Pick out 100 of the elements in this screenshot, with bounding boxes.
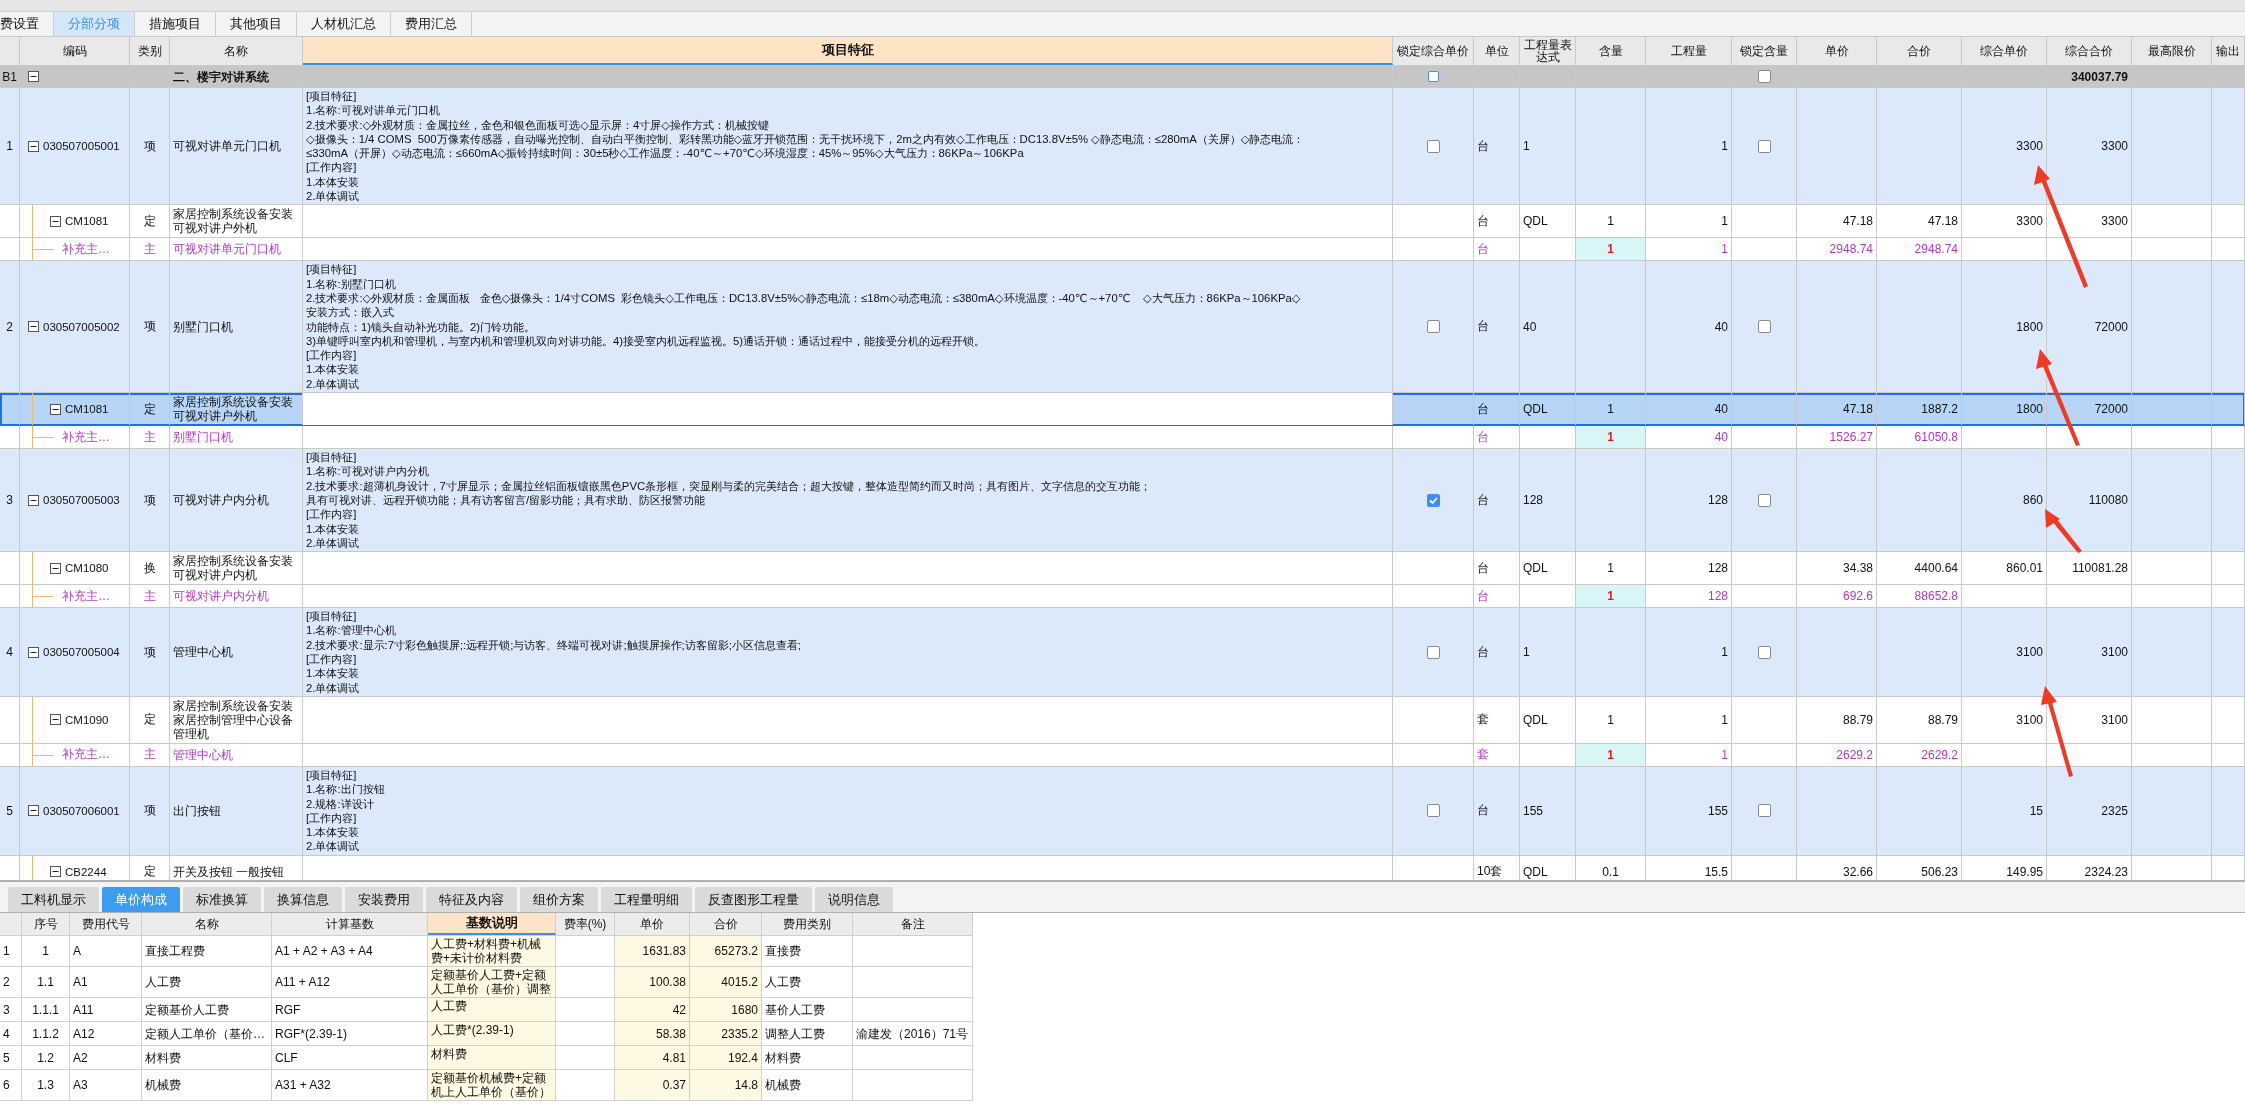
table-cell: QDL: [1520, 205, 1576, 238]
collapse-icon[interactable]: [28, 646, 39, 658]
table-cell: 人工费: [428, 998, 556, 1021]
feature-text: 2.单体调试: [306, 189, 360, 204]
table-cell: 主: [130, 585, 170, 608]
collapse-icon[interactable]: [50, 714, 61, 726]
table-cell: 155: [1646, 766, 1732, 855]
table-row[interactable]: 补充主… 主 别墅门口机 台 1 40 1526.27 61050.8: [0, 426, 2245, 450]
tab[interactable]: 换算信息: [264, 887, 342, 912]
table-cell: 台: [1474, 88, 1520, 205]
checkbox[interactable]: [1757, 70, 1771, 83]
table-cell: 项: [130, 766, 170, 855]
table-cell: 1631.83: [615, 936, 690, 966]
tab[interactable]: 费用汇总: [391, 12, 472, 36]
table-cell: 渝建发（2016）71号: [853, 1022, 973, 1045]
tab[interactable]: 工料机显示: [8, 887, 99, 912]
feature-text: [项目特征]: [306, 262, 357, 277]
table-row[interactable]: 补充主… 主 可视对讲单元门口机 台 1 1 2948.74 2948.74: [0, 238, 2245, 262]
table-cell: 项: [130, 88, 170, 205]
table-row[interactable]: [0, 261, 2245, 394]
collapse-icon[interactable]: [28, 71, 39, 82]
checkbox[interactable]: [1757, 493, 1771, 507]
table-row[interactable]: CM1081 定 家居控制系统设备安装可视对讲户外机 台 QDL 1 1 47.18 47.18 3300 3300: [0, 205, 2245, 239]
collapse-icon[interactable]: [50, 403, 61, 415]
checkbox[interactable]: [1426, 804, 1440, 818]
column-header: 综合单价: [1962, 37, 2047, 65]
table-row[interactable]: 5 030507006001 项 出门按钮 [项目特征] 1.名称:出门按钮 2.规格:详设计 [工作内容] 1.本体安装 2.单体调试 台 155 155 15 2325: [0, 766, 2245, 856]
feature-text: 1.本体安装: [306, 825, 360, 840]
tab[interactable]: 组价方案: [520, 887, 598, 912]
table-cell: QDL: [1520, 696, 1576, 743]
table-cell: 4.81: [615, 1046, 690, 1069]
table-row[interactable]: CM1080 换 家居控制系统设备安装可视对讲户内机 台 QDL 1 128 34.38 4400.64 860.01 110081.28: [0, 552, 2245, 586]
tab[interactable]: 说明信息: [815, 887, 893, 912]
feature-text: 具有可视对讲、远程开锁功能；具有访客留言/留影功能；具有求助、防区报警功能: [306, 492, 706, 508]
table-cell: 调整人工费: [762, 1022, 853, 1045]
feature-text: 3)单键呼叫室内机和管理机，与室内机和管理机双向对讲功能。4)接受室内机远程监视。5)通话开锁：通话过程中，能接受分机的远程开锁。: [306, 333, 986, 349]
tab[interactable]: 反查图形工程量: [695, 887, 812, 912]
tab[interactable]: 工程量明细: [601, 887, 692, 912]
checkbox[interactable]: [1757, 320, 1771, 334]
collapse-icon[interactable]: [28, 321, 39, 333]
table-cell: 材料费: [428, 1046, 556, 1069]
checkbox[interactable]: [1427, 71, 1439, 82]
collapse-icon[interactable]: [50, 866, 61, 878]
table-cell: 主: [130, 426, 170, 449]
feature-text: 安装方式：嵌入式: [306, 305, 394, 320]
feature-text: 1.名称:出门按钮: [306, 782, 385, 797]
table-cell: 管理中心机: [170, 608, 303, 696]
table-cell: A11: [70, 998, 142, 1021]
feature-text: 1.名称:可视对讲单元门口机: [306, 103, 440, 118]
table-cell: 34.38: [1797, 552, 1877, 585]
table-cell: 58.38: [615, 1022, 690, 1045]
table-cell: 人工费: [762, 967, 853, 997]
collapse-icon[interactable]: [28, 805, 39, 817]
item-code: CB2244: [65, 865, 107, 878]
table-row[interactable]: B1 二、楼宇对讲系统 340037.79: [0, 66, 2245, 88]
table-cell: 定: [130, 393, 170, 426]
tab[interactable]: 安装费用: [345, 887, 423, 912]
tab[interactable]: 人材机汇总: [297, 12, 391, 36]
collapse-icon[interactable]: [28, 140, 39, 152]
checkbox[interactable]: [1757, 804, 1771, 818]
table-cell: 42: [615, 998, 690, 1021]
table-cell: 1: [1646, 238, 1732, 261]
table-cell: 2948.74: [1797, 238, 1877, 261]
table-cell: 40: [1520, 261, 1576, 393]
table-row[interactable]: CM1081 定 家居控制系统设备安装可视对讲户外机 台 QDL 1 40 47.18 1887.2 1800 72000: [0, 393, 2245, 427]
checkbox[interactable]: [1757, 139, 1771, 153]
checkbox[interactable]: [1757, 645, 1771, 659]
table-row[interactable]: CM1090 定 家居控制系统设备安装家居控制管理中心设备管理机 套 QDL 1 1 88.79 88.79 3100 3100: [0, 696, 2245, 744]
feature-text: 2.技术要求:◇外观材质：金属拉丝，金色和银色面板可选◇显示屏：4寸屏◇操作方式：机械按键: [306, 117, 769, 132]
table-cell: 定额人工单价（基价…: [142, 1022, 272, 1045]
table-row[interactable]: [0, 88, 2245, 206]
collapse-icon[interactable]: [28, 494, 39, 506]
table-cell: 61050.8: [1877, 426, 1962, 449]
table-row[interactable]: 补充主… 主 管理中心机 套 1 1 2629.2 2629.2: [0, 743, 2245, 767]
table-cell: 47.18: [1877, 205, 1962, 238]
checkbox[interactable]: [1426, 645, 1440, 659]
table-cell: 定额基价人工费: [142, 998, 272, 1021]
table-cell: 1: [1576, 205, 1646, 238]
table-row[interactable]: 补充主… 主 可视对讲户内分机 台 1 128 692.6 88652.8: [0, 585, 2245, 609]
tab[interactable]: 标准换算: [183, 887, 261, 912]
table-cell: 人工费*(2.39-1): [428, 1022, 556, 1045]
table-row[interactable]: 4 030507005004 项 管理中心机 [项目特征] 1.名称:管理中心机 2.技术要求:显示:7寸彩色触摸屏;:远程开锁;与访客、终端可视对讲;触摸屏操作;访客留影;小区信息查看; [工作内容] 1.本体安装 2.单体调试 台 1 1 3100 3100: [0, 608, 2245, 697]
table-cell: 128: [1646, 585, 1732, 608]
annotation-arrow: [2045, 509, 2082, 553]
table-cell: 家居控制系统设备安装家居控制管理中心设备管理机: [170, 696, 303, 743]
table-cell: 155: [1520, 766, 1576, 855]
tab[interactable]: 措施项目: [135, 12, 216, 36]
checkbox[interactable]: [1426, 493, 1440, 507]
checkbox[interactable]: [1426, 139, 1440, 153]
checkbox[interactable]: [1426, 320, 1440, 334]
table-cell: 换: [130, 552, 170, 585]
collapse-icon[interactable]: [50, 215, 61, 227]
table-cell: A: [70, 936, 142, 966]
tab[interactable]: 特征及内容: [426, 887, 517, 912]
tab[interactable]: 其他项目: [216, 12, 297, 36]
item-code: CM1081: [65, 403, 109, 416]
item-code: 030507005003: [43, 494, 120, 507]
collapse-icon[interactable]: [50, 562, 61, 574]
table-cell: 4015.2: [690, 967, 762, 997]
table-cell: 1: [0, 936, 22, 966]
